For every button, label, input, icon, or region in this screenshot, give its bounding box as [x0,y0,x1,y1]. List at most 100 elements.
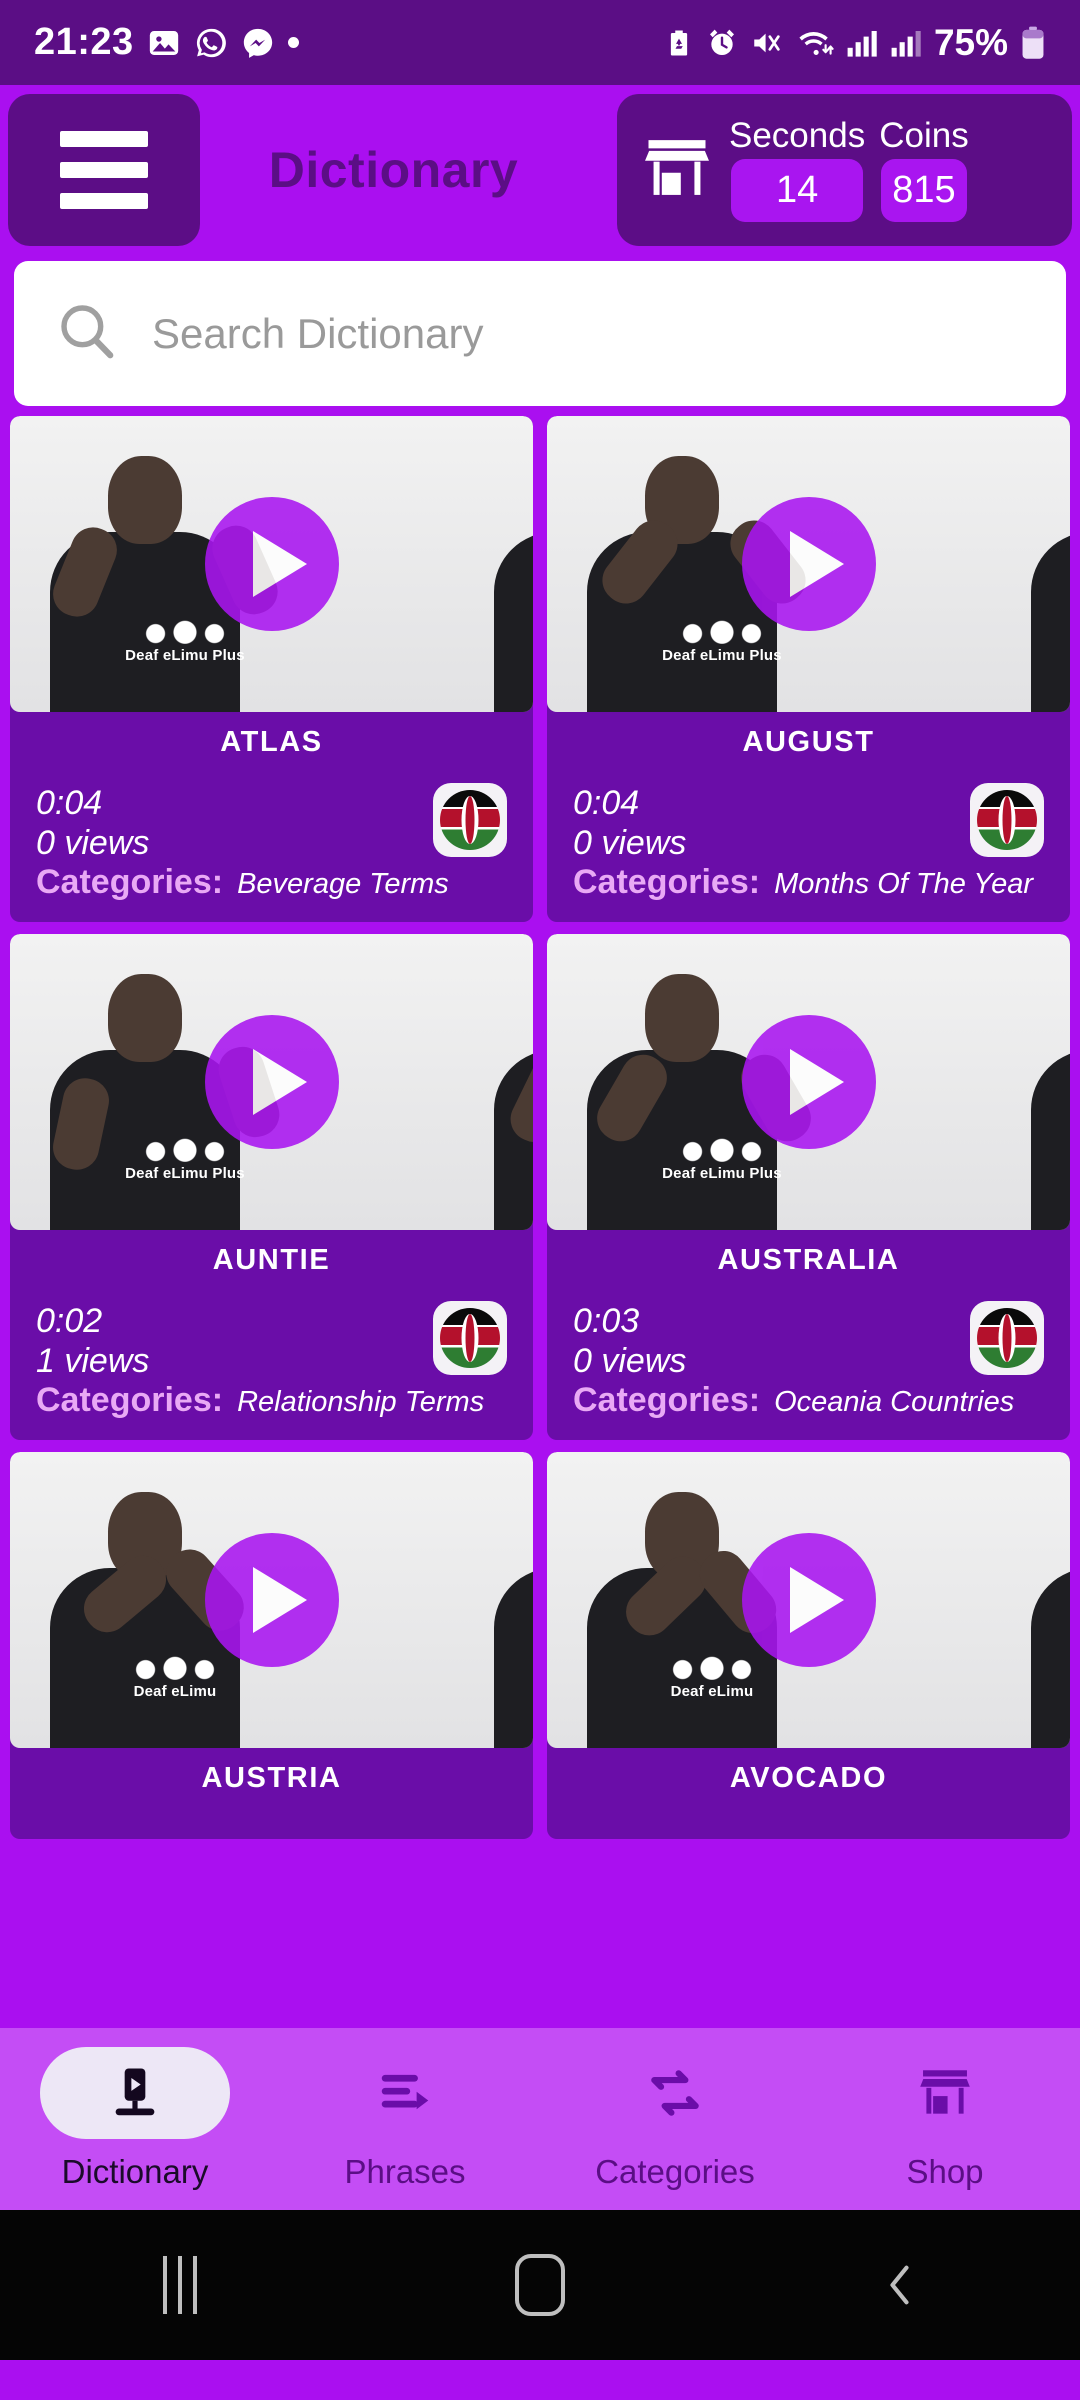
play-button-icon[interactable] [204,497,339,631]
battery-saver-icon [664,26,694,60]
android-system-nav [0,2210,1080,2360]
card-duration: 0:04 [36,784,103,822]
status-bar: 21:23 75% [0,0,1080,85]
video-thumbnail[interactable]: Deaf eLimu [10,1452,533,1749]
store-icon[interactable] [639,130,715,211]
status-bar-left: 21:23 [34,21,299,64]
status-bar-clock: 21:23 [34,21,134,63]
video-thumbnail[interactable]: Deaf eLimu [547,1452,1070,1749]
shirt-logo: Deaf eLimu Plus [120,618,250,664]
search-input[interactable]: Search Dictionary [152,310,483,358]
mute-vibrate-icon [750,26,784,60]
battery-percent-label: 75% [933,21,1008,63]
shirt-logo: Deaf eLimu [110,1654,240,1700]
coins-value-badge[interactable]: 815 [880,159,967,222]
nav-item-phrases[interactable]: Phrases [270,2047,540,2191]
category-value: Oceania Countries [774,1386,1015,1419]
nav-item-dictionary[interactable]: Dictionary [0,2047,270,2191]
nav-label-dictionary: Dictionary [61,2153,209,2190]
video-thumbnail[interactable]: Deaf eLimu Plus [547,416,1070,712]
video-thumbnail[interactable]: Deaf eLimu Plus [547,934,1070,1231]
nav-item-shop[interactable]: Shop [810,2047,1080,2191]
messenger-icon [241,26,275,60]
play-button-icon[interactable] [204,1533,339,1668]
dictionary-card[interactable]: Deaf eLimu Plus AUSTRALIA 0:03 0 views C… [547,934,1070,1441]
video-library-icon [40,2047,230,2139]
gallery-icon [147,26,181,60]
recents-icon[interactable] [110,2240,250,2330]
card-views: 0 views [573,824,687,863]
card-title: AUSTRIA [201,1762,342,1795]
play-button-icon[interactable] [741,1015,876,1150]
categories-label: Categories: [36,863,224,902]
play-button-icon[interactable] [741,1533,876,1668]
wifi-icon [796,26,834,60]
status-bar-right: 75% [664,22,1046,64]
card-title: AUSTRALIA [717,1244,900,1277]
whatsapp-icon [194,26,228,60]
video-thumbnail[interactable]: Deaf eLimu Plus [10,416,533,712]
dictionary-card[interactable]: Deaf eLimu Plus AUGUST 0:04 0 views Cate… [547,416,1070,923]
dot-icon [287,37,299,48]
dictionary-card[interactable]: Deaf eLimu Plus AUNTIE 0:02 1 views Cate… [10,934,533,1441]
nav-item-categories[interactable]: Categories [540,2047,810,2191]
shuffle-arrows-icon [580,2047,770,2139]
card-duration: 0:02 [36,1302,103,1341]
card-views: 0 views [36,824,150,863]
card-meta: 0:04 0 views [573,783,1044,863]
card-title: AUGUST [742,726,875,758]
dictionary-card[interactable]: Deaf eLimu AVOCADO [547,1452,1070,1840]
card-title: ATLAS [220,726,323,758]
category-value: Beverage Terms [237,868,449,901]
kenya-flag-icon [433,1301,507,1376]
card-title: AVOCADO [729,1762,888,1795]
card-body: AVOCADO [547,1748,1070,1839]
shirt-logo: Deaf eLimu [647,1654,777,1700]
rewards-panel: Seconds 14 Coins 815 [617,94,1072,246]
card-meta: 0:02 1 views [36,1301,507,1381]
page-title: Dictionary [268,142,519,198]
kenya-flag-icon [970,1301,1044,1376]
dictionary-card[interactable]: Deaf eLimu Plus ATLAS 0:04 0 views Categ… [10,416,533,923]
play-button-icon[interactable] [741,497,876,631]
dictionary-grid: Deaf eLimu Plus ATLAS 0:04 0 views Categ… [0,416,1080,2028]
search-icon [56,300,118,367]
shirt-logo: Deaf eLimu Plus [657,618,787,664]
card-body: AUNTIE 0:02 1 views Categories: Relation… [10,1230,533,1440]
coins-stat: Coins 815 [879,118,969,222]
categories-label: Categories: [36,1381,224,1420]
signal-bars-icon [846,27,878,59]
battery-icon [1020,26,1046,60]
phrases-list-icon [310,2047,500,2139]
card-views: 0 views [573,1342,687,1381]
signal-bars-2-icon [890,27,922,59]
bottom-navigation: Dictionary Phrases Categories Shop [0,2028,1080,2210]
card-duration: 0:03 [573,1302,640,1341]
play-button-icon[interactable] [204,1015,339,1150]
card-meta: 0:04 0 views [36,783,507,863]
seconds-label: Seconds [729,116,866,155]
card-body: ATLAS 0:04 0 views Categories: Beverage … [10,712,533,922]
categories-label: Categories: [573,1381,761,1420]
nav-label-phrases: Phrases [344,2153,466,2190]
home-icon[interactable] [470,2240,610,2330]
alarm-icon [706,26,738,60]
card-duration: 0:04 [573,784,640,822]
shirt-logo: Deaf eLimu Plus [120,1136,250,1182]
card-body: AUGUST 0:04 0 views Categories: Months O… [547,712,1070,922]
category-value: Months Of The Year [774,868,1034,901]
card-categories: Categories: Oceania Countries [573,1381,1044,1420]
categories-label: Categories: [573,863,761,902]
video-thumbnail[interactable]: Deaf eLimu Plus [10,934,533,1231]
nav-label-categories: Categories [595,2153,755,2190]
card-body: AUSTRIA [10,1748,533,1839]
store-icon [850,2047,1040,2139]
dictionary-card[interactable]: Deaf eLimu AUSTRIA [10,1452,533,1840]
search-bar[interactable]: Search Dictionary [14,261,1066,406]
card-categories: Categories: Months Of The Year [573,863,1044,902]
seconds-value-badge[interactable]: 14 [731,159,864,222]
card-categories: Categories: Beverage Terms [36,863,507,902]
card-views: 1 views [36,1342,150,1381]
kenya-flag-icon [433,783,507,857]
back-icon[interactable] [830,2240,970,2330]
